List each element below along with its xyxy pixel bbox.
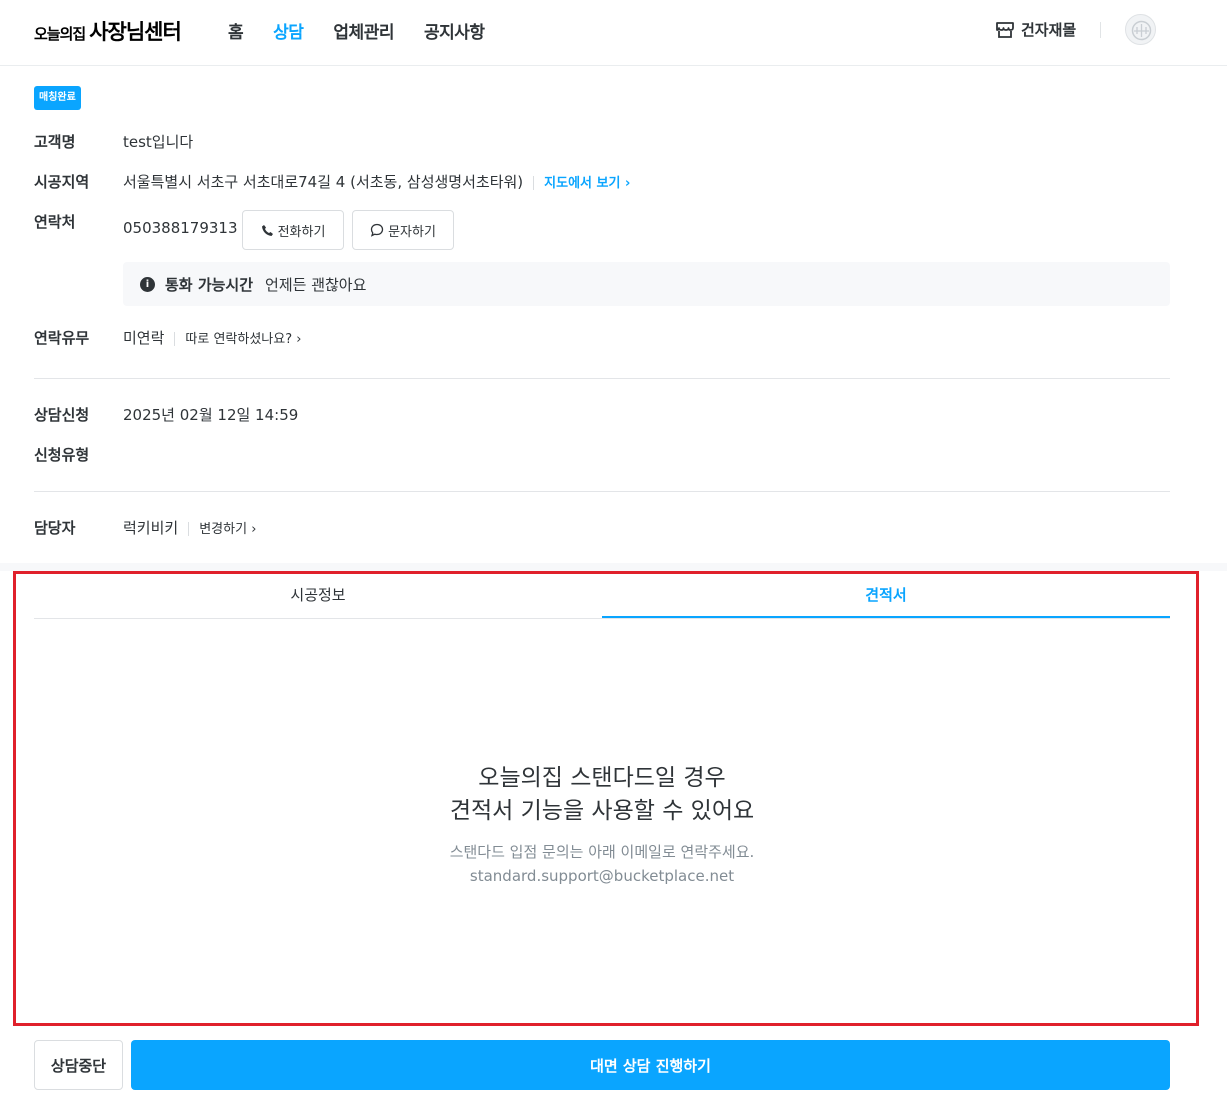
stop-consult-button[interactable]: 상담중단: [34, 1040, 123, 1090]
user-avatar-icon: [1131, 20, 1152, 41]
contact-label: 연락처: [34, 213, 76, 231]
logo[interactable]: 오늘의집 사장님센터: [34, 16, 182, 46]
area-divider: [533, 175, 535, 190]
avatar[interactable]: [1125, 14, 1156, 45]
status-badge: 매칭완료: [34, 86, 81, 110]
nav-consult[interactable]: 상담: [273, 18, 304, 43]
request-type-label: 신청유형: [34, 446, 90, 464]
empty-state-subtitle: 스탠다드 입점 문의는 아래 이메일로 연락주세요. standard.supp…: [34, 840, 1170, 888]
chevron-right-icon: ›: [624, 176, 631, 191]
proceed-consult-button[interactable]: 대면 상담 진행하기: [131, 1040, 1170, 1090]
manager-label: 담당자: [34, 519, 76, 537]
change-manager-label: 변경하기: [199, 522, 248, 537]
request-date-value: 2025년 02월 12일 14:59: [123, 406, 299, 424]
detail-tabs: 시공정보 견적서: [34, 574, 1170, 619]
empty-state-title: 오늘의집 스탠다드일 경우 견적서 기능을 사용할 수 있어요: [34, 762, 1170, 828]
customer-name-value: test입니다: [123, 133, 194, 151]
contacted-label: 연락유무: [34, 329, 90, 347]
contacted-row: 미연락 따로 연락하셨나요? ›: [123, 327, 301, 348]
store-icon: [996, 21, 1014, 38]
section-divider: [34, 378, 1170, 379]
manager-row: 럭키비키 변경하기 ›: [123, 517, 256, 538]
area-label: 시공지역: [34, 173, 90, 191]
call-time-box: i 통화 가능시간 언제든 괜찮아요: [123, 262, 1170, 306]
phone-icon: [261, 224, 273, 236]
request-date-label: 상담신청: [34, 406, 90, 424]
customer-name-label: 고객명: [34, 133, 76, 151]
chevron-right-icon: ›: [296, 332, 302, 347]
map-link-label: 지도에서 보기: [544, 176, 621, 191]
manager-divider: [188, 521, 190, 536]
nav-business[interactable]: 업체관리: [333, 18, 394, 43]
call-button-label: 전화하기: [277, 224, 326, 240]
area-value: 서울특별시 서초구 서초대로74길 4 (서초동, 삼성생명서초타워): [123, 173, 524, 191]
contacted-link[interactable]: 따로 연락하셨나요? ›: [185, 332, 301, 347]
map-link[interactable]: 지도에서 보기 ›: [544, 176, 630, 191]
chat-bubble-icon: [370, 223, 384, 237]
header-divider: [1100, 22, 1101, 38]
top-header: 오늘의집 사장님센터 홈 상담 업체관리 공지사항 건자재몰: [0, 0, 1227, 66]
section-divider: [34, 491, 1170, 492]
contacted-link-label: 따로 연락하셨나요?: [185, 332, 293, 347]
logo-title: 사장님센터: [89, 20, 182, 44]
chevron-right-icon: ›: [251, 522, 257, 537]
sms-button-label: 문자하기: [388, 224, 436, 240]
change-manager-link[interactable]: 변경하기 ›: [199, 522, 256, 537]
logo-brand: 오늘의집: [34, 25, 86, 43]
call-button[interactable]: 전화하기: [242, 210, 344, 250]
material-mall-label: 건자재몰: [1021, 21, 1077, 39]
nav-home[interactable]: 홈: [228, 18, 244, 43]
main-nav: 홈 상담 업체관리 공지사항: [228, 18, 515, 43]
info-icon: i: [140, 276, 155, 292]
sms-button[interactable]: 문자하기: [352, 210, 454, 250]
contacted-divider: [174, 331, 176, 346]
material-mall-link[interactable]: 건자재몰: [995, 19, 1076, 40]
manager-value: 럭키비키: [123, 519, 179, 537]
support-email: standard.support@bucketplace.net: [469, 867, 735, 885]
contact-value: 050388179313: [123, 219, 238, 237]
area-row: 서울특별시 서초구 서초대로74길 4 (서초동, 삼성생명서초타워) 지도에서 …: [123, 171, 630, 192]
contacted-value: 미연락: [123, 329, 165, 347]
call-time-value: 언제든 괜찮아요: [265, 275, 367, 294]
tab-estimate[interactable]: 견적서: [602, 574, 1170, 618]
empty-sub-line1: 스탠다드 입점 문의는 아래 이메일로 연락주세요.: [449, 843, 755, 861]
section-gap: [0, 563, 1227, 571]
empty-title-line1: 오늘의집 스탠다드일 경우: [478, 765, 726, 791]
empty-title-line2: 견적서 기능을 사용할 수 있어요: [449, 798, 755, 824]
tab-construction-info[interactable]: 시공정보: [34, 574, 602, 618]
nav-notice[interactable]: 공지사항: [424, 18, 485, 43]
call-time-title: 통화 가능시간: [165, 275, 254, 294]
